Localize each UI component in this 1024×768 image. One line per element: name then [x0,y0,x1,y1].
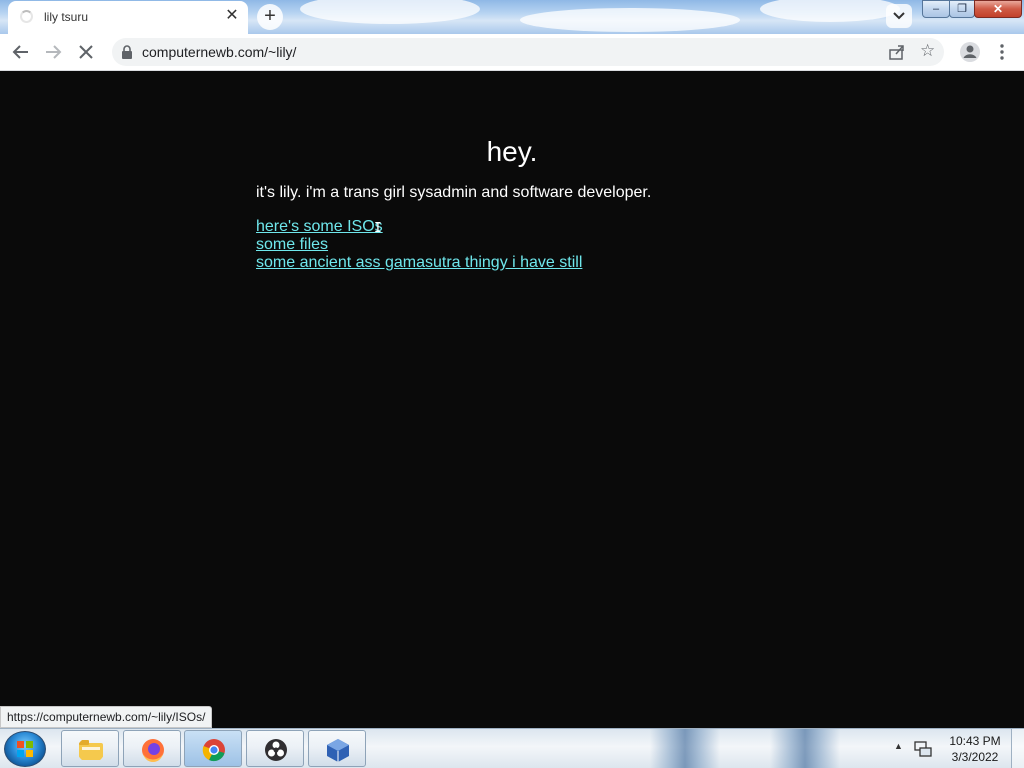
close-window-button[interactable]: ✕ [974,0,1022,18]
profile-button[interactable] [957,39,983,65]
tray-expand-icon[interactable]: ▲ [894,741,903,751]
link-gamasutra[interactable]: some ancient ass gamasutra thingy i have… [256,254,582,272]
tab-search-button[interactable] [886,4,912,28]
tab-title: lily tsuru [44,10,89,24]
tab-close-icon[interactable]: ✕ [222,6,242,26]
clock-time: 10:43 PM [949,734,1001,748]
sky-cloud [760,0,900,22]
taskbar-virtualbox[interactable] [308,730,366,767]
sky-cloud [520,8,740,32]
start-button[interactable] [4,731,46,767]
wallpaper-decoration [650,729,720,768]
firefox-icon [142,739,164,762]
browser-menu-button[interactable] [989,39,1015,65]
profile-avatar-icon [960,42,980,62]
loading-spinner-icon [20,10,33,23]
page-heading: hey. [486,136,538,167]
taskbar-file-explorer[interactable] [61,730,119,767]
file-explorer-icon [79,740,103,760]
obs-icon [265,739,287,761]
back-button[interactable] [8,39,34,65]
bookmark-star-icon[interactable]: ☆ [920,41,935,61]
link-list: here's some ISOs some files some ancient… [256,218,582,272]
virtualbox-icon [327,739,349,762]
text-cursor-icon: I [374,221,382,236]
arrow-left-icon [12,45,28,59]
clock-date: 3/3/2022 [951,750,999,764]
chrome-icon [202,739,225,762]
address-bar[interactable]: computernewb.com/~lily/ ☆ [112,38,944,66]
web-page-content: hey. it's lily. i'm a trans girl sysadmi… [0,71,1024,728]
taskbar-clock[interactable]: 10:43 PM 3/3/2022 [940,733,1010,765]
stop-x-icon [79,45,93,59]
taskbar-obs[interactable] [246,730,304,767]
share-icon[interactable] [888,43,906,61]
browser-tab-strip: lily tsuru ✕ + ‒ ❐ ✕ [0,0,1024,34]
url-text: computernewb.com/~lily/ [142,44,297,60]
link-isos[interactable]: here's some ISOs [256,218,582,236]
intro-text: it's lily. i'm a trans girl sysadmin and… [256,184,652,201]
maximize-button[interactable]: ❐ [949,0,975,18]
sky-cloud [300,0,480,24]
show-desktop-button[interactable] [1011,729,1024,768]
windows-logo-icon [17,741,33,757]
minimize-button[interactable]: ‒ [922,0,950,18]
system-tray: ▲ 10:43 PM 3/3/2022 [884,729,1024,768]
forward-button[interactable] [40,39,66,65]
lock-icon [122,45,132,59]
taskbar: ▲ 10:43 PM 3/3/2022 [0,728,1024,768]
wallpaper-decoration [770,729,840,768]
kebab-menu-icon [1000,44,1004,60]
stop-loading-button[interactable] [73,39,99,65]
browser-tab[interactable]: lily tsuru ✕ [8,1,248,34]
chevron-down-icon [893,12,905,20]
browser-toolbar: computernewb.com/~lily/ ☆ [0,34,1024,71]
taskbar-chrome[interactable] [184,730,242,767]
arrow-right-icon [46,45,62,59]
link-status-bubble: https://computernewb.com/~lily/ISOs/ [0,706,213,728]
link-files[interactable]: some files [256,236,582,254]
new-tab-button[interactable]: + [257,4,283,30]
network-icon[interactable] [914,740,932,758]
taskbar-firefox[interactable] [123,730,181,767]
